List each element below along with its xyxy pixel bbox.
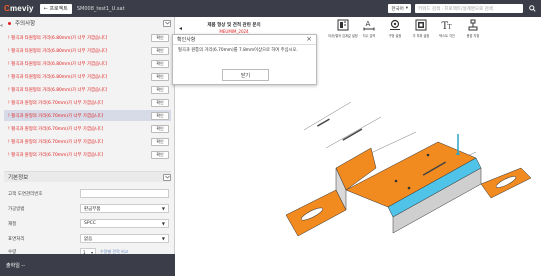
process-method-value: 판금부품 [84,206,101,212]
confirm-button[interactable]: 확인 [151,59,169,68]
dialog-close-button[interactable]: 닫기 [222,69,269,81]
confirm-button[interactable]: 확인 [151,124,169,133]
tool-bend-settings[interactable]: 타공/펄곡 임계값 설정 [328,18,358,42]
basic-info-header[interactable]: 기본정보 [4,171,171,182]
tool-hole[interactable]: 구멍 설정 [382,18,408,42]
warning-text: ! 펄곡과 타원형의 거리(6.80mm)가 너무 가깝습니다 [8,61,108,67]
meviy-logo[interactable]: Cmeviy [4,4,34,13]
confirm-button[interactable]: 확인 [151,150,169,159]
material-select[interactable]: SPCC ▼ [80,219,169,228]
dialog-title: 확인사항 [177,37,196,43]
chevron-down-icon: ▼ [161,221,165,226]
warning-list: ! 펄곡과 타원형의 거리(6.80mm)가 너무 가깝습니다 확인 ! 펄곡과… [4,32,171,162]
warning-text: ! 펄곡과 타원형의 거리(6.80mm)가 너무 가깝습니다 [8,35,108,41]
warning-text: ! 펄곡과 원형의 거리(6.70mm)가 너무 가깝습니다 [8,152,104,158]
warning-text: ! 펄곡과 타원형의 거리(6.80mm)가 너무 가깝습니다 [8,48,108,54]
warning-item[interactable]: ! 펄곡과 타원형의 거리(6.80mm)가 너무 가깝습니다 확인 [4,58,171,69]
dialog-header: 확인사항 × [173,35,316,45]
chevron-down-icon: ▼ [161,206,165,211]
warning-item-selected[interactable]: ! 펄곡과 원형의 거리(6.70mm)가 너무 가깝습니다 확인 [4,110,171,121]
tool-label: 타공/펄곡 임계값 설정 [328,34,358,38]
warning-dot-icon [8,21,11,25]
warning-dialog: 확인사항 × 펄곡과 원통의 거리(6.70mm)를 7.8mm이상으로 하여 … [172,34,317,85]
warning-item[interactable]: ! 펄곡과 원형의 거리(6.70mm)가 너무 가깝습니다 확인 [4,97,171,108]
material-label: 재질 [8,221,17,227]
form-row: 고객 도면관리번호 [8,187,169,200]
surface-treatment-value: 없음 [84,236,93,242]
text-icon: TT [440,18,454,32]
language-value: 한국어 [391,6,404,12]
surface-treatment-label: 표면처리 [8,236,25,242]
warning-text: ! 펄곡과 원형의 거리(6.70mm)가 너무 가깝습니다 [8,113,104,119]
warning-text: ! 펄곡과 원형의 거리(6.70mm)가 너무 가깝습니다 [8,100,104,106]
confirm-button[interactable]: 확인 [151,46,169,55]
warnings-title: 주의사항 [15,21,36,27]
language-select[interactable]: 한국어 ▾ [388,4,411,13]
tool-label: 치수 입력 [362,34,376,38]
order-bar: 출하일 -- [0,254,175,276]
confirm-button[interactable]: 확인 [151,33,169,42]
customer-drawing-number-label: 고객 도면관리번호 [8,191,43,197]
tool-toolbar: 타공/펄곡 임계값 설정 A 치수 입력 구멍 설정 각 부위 설정 TT 텍스… [328,18,530,42]
chevron-down-icon[interactable] [163,173,171,181]
file-name: SM008_test1_U.sat [76,5,125,12]
warning-item[interactable]: ! 펄곡과 타원형의 거리(6.80mm)가 너무 가깝습니다 확인 [4,32,171,43]
process-method-select[interactable]: 판금부품 ▼ [80,204,169,213]
left-panel: « 주의사항 ! 펄곡과 타원형의 거리(6.80mm)가 너무 가깝습니다 확… [0,17,175,276]
confirm-button[interactable]: 확인 [151,137,169,146]
basic-info-form: 고객 도면관리번호 가공방법 판금부품 ▼ 재질 SPCC ▼ 표면처리 없음 … [8,187,169,257]
confirm-button[interactable]: 확인 [151,72,169,81]
form-row: 재질 SPCC ▼ [8,217,169,230]
confirm-button[interactable]: 확인 [151,98,169,107]
confirm-button[interactable]: 확인 [151,111,169,120]
warning-item[interactable]: ! 펄곡과 원형의 거리(6.70mm)가 너무 가깝습니다 확인 [4,123,171,134]
search-icon[interactable] [527,4,537,14]
tool-text[interactable]: TT 텍스트 각인 [434,18,460,42]
warnings-header[interactable]: 주의사항 [8,18,171,28]
svg-text:T: T [448,24,452,31]
tool-label: 각 부위 설정 [412,34,430,38]
tool-label: 텍스트 각인 [439,34,455,38]
warning-item[interactable]: ! 펄곡과 타원형의 거리(6.80mm)가 너무 가깝습니다 확인 [4,71,171,82]
svg-text:A: A [366,20,371,28]
search-input[interactable]: 키워드 검색 · 프로젝트/설계명으로 검색 [415,4,523,13]
warning-item[interactable]: ! 펄곡과 원형의 거리(6.70mm)가 너무 가깝습니다 확인 [4,149,171,160]
customer-drawing-number-input[interactable] [80,189,169,198]
tool-dimension[interactable]: A 치수 입력 [356,18,382,42]
basic-info-title: 기본정보 [8,175,29,181]
collapse-panel-icon[interactable]: « [0,23,6,31]
bend-settings-icon [336,18,350,32]
warning-item[interactable]: ! 펄곡과 타원형의 거리(6.80mm)가 너무 가깝습니다 확인 [4,84,171,95]
form-row: 표면처리 없음 ▼ [8,232,169,245]
dimension-icon: A [362,18,376,32]
chevron-down-icon[interactable] [163,19,171,27]
chevron-down-icon: ▼ [161,236,165,241]
tool-part-settings[interactable]: 각 부위 설정 [408,18,434,42]
hole-icon [388,18,402,32]
top-bar: Cmeviy ← 프로젝트 SM008_test1_U.sat 한국어 ▾ 키워… [0,0,541,17]
confirm-button[interactable]: 확인 [151,85,169,94]
close-icon[interactable]: × [306,36,312,43]
tool-label: 구멍 설정 [388,34,402,38]
tool-label: 용접 지정 [466,34,480,38]
toggle-arrow-icon[interactable]: ◂ [179,25,187,33]
form-row: 가공방법 판금부품 ▼ [8,202,169,215]
warning-text: ! 펄곡과 원형의 거리(6.70mm)가 너무 가깝습니다 [8,139,104,145]
dialog-message: 펄곡과 원통의 거리(6.70mm)를 7.8mm이상으로 하여 주십시오. [178,48,298,53]
part-settings-icon [414,18,428,32]
material-value: SPCC [84,221,96,226]
tool-weld[interactable]: 용접 지정 [460,18,486,42]
surface-treatment-select[interactable]: 없음 ▼ [80,234,169,243]
warning-text: ! 펄곡과 원형의 거리(6.70mm)가 너무 가깝습니다 [8,126,104,132]
weld-icon [466,18,480,32]
back-to-project-button[interactable]: ← 프로젝트 [39,3,72,14]
warning-item[interactable]: ! 펄곡과 원형의 거리(6.70mm)가 너무 가깝습니다 확인 [4,136,171,147]
warning-item[interactable]: ! 펄곡과 타원형의 거리(6.80mm)가 너무 가깝습니다 확인 [4,45,171,56]
ship-date-label: 출하일 -- [6,262,25,269]
process-method-label: 가공방법 [8,206,25,212]
warning-text: ! 펄곡과 타원형의 거리(6.80mm)가 너무 가깝습니다 [8,87,108,93]
warning-text: ! 펄곡과 타원형의 거리(6.80mm)가 너무 가깝습니다 [8,74,108,80]
chevron-down-icon: ▾ [405,6,408,11]
